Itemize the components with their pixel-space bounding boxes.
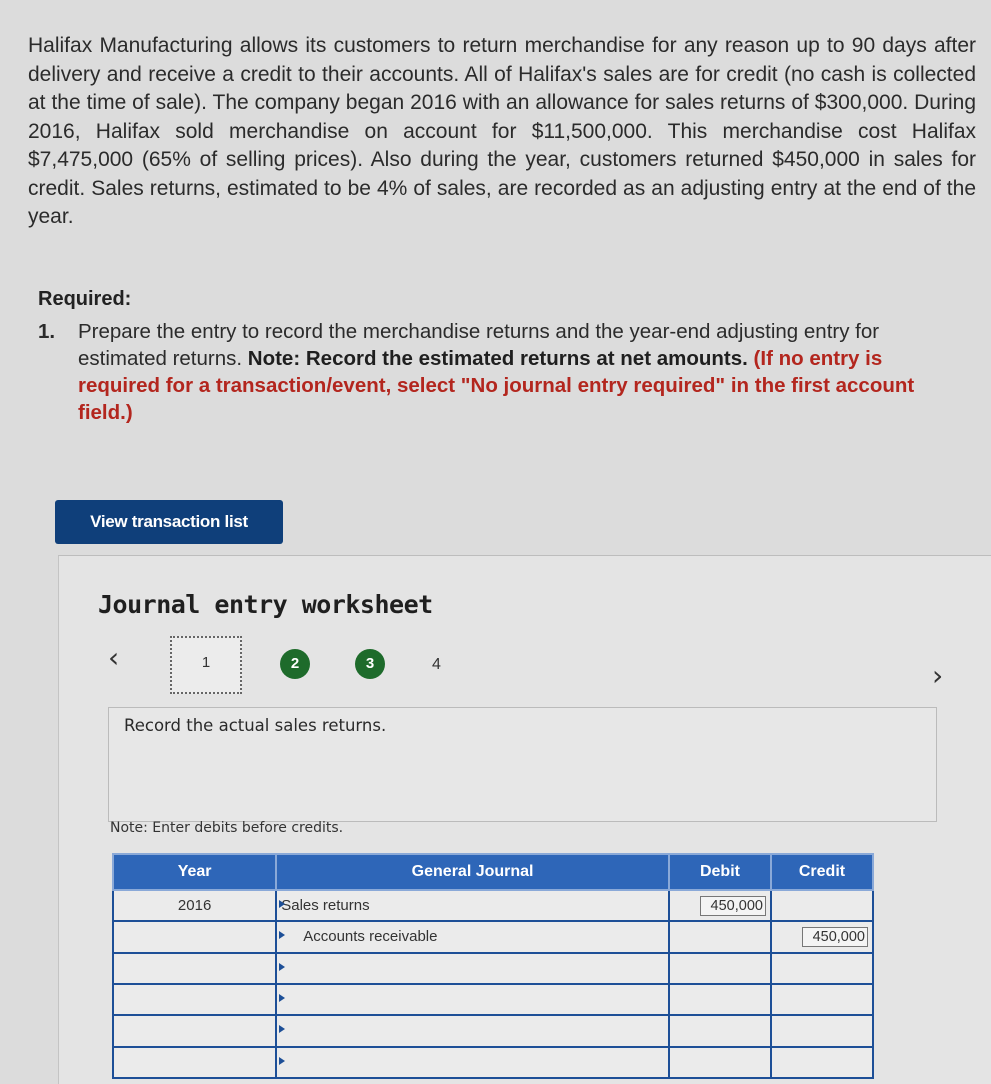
account-cell[interactable] <box>275 982 670 1017</box>
journal-header-row: Year General Journal Debit Credit <box>111 853 875 891</box>
account-value: Accounts receivable <box>303 928 438 946</box>
header-year: Year <box>111 853 278 891</box>
year-cell[interactable] <box>111 1045 278 1080</box>
general-journal-table: Year General Journal Debit Credit 2016 S… <box>111 853 875 1080</box>
debit-cell[interactable] <box>667 982 772 1017</box>
account-cell[interactable] <box>275 951 670 985</box>
step-1-tab[interactable]: 1 <box>170 636 242 694</box>
account-cell[interactable] <box>275 1014 670 1048</box>
credit-cell[interactable] <box>769 982 875 1017</box>
instruction-text: Record the actual sales returns. <box>124 716 387 735</box>
header-debit: Debit <box>667 853 772 891</box>
credit-cell[interactable] <box>769 888 875 923</box>
required-label: Required: <box>38 288 132 310</box>
problem-text: Halifax Manufacturing allows its custome… <box>28 34 976 228</box>
account-cell[interactable] <box>275 1045 670 1080</box>
requirement-item: 1. Prepare the entry to record the merch… <box>38 318 958 426</box>
step-3-tab[interactable]: 3 <box>355 649 385 679</box>
debit-cell[interactable] <box>667 1014 772 1048</box>
header-general-journal: General Journal <box>275 853 670 891</box>
view-transaction-list-button[interactable]: View transaction list <box>55 500 283 544</box>
table-row: 2016 Sales returns 450,000 <box>111 888 875 923</box>
debit-cell[interactable] <box>667 1045 772 1080</box>
requirement-number: 1. <box>38 320 56 343</box>
table-row: Accounts receivable 450,000 <box>111 920 875 954</box>
table-row <box>111 982 875 1017</box>
credit-cell[interactable] <box>769 951 875 985</box>
account-cell[interactable]: Sales returns <box>275 888 670 923</box>
table-row <box>111 1014 875 1048</box>
debit-input[interactable]: 450,000 <box>699 895 766 916</box>
debits-note: Note: Enter debits before credits. <box>110 820 344 836</box>
requirement-body: Prepare the entry to record the merchand… <box>78 318 958 426</box>
worksheet-title: Journal entry worksheet <box>98 590 433 619</box>
requirement-note: Note: Record the estimated returns at ne… <box>247 347 748 370</box>
chevron-left-icon[interactable]: ‹ <box>108 644 119 672</box>
year-cell[interactable] <box>111 1014 278 1048</box>
table-row <box>111 951 875 985</box>
year-cell[interactable] <box>111 920 278 954</box>
step-2-tab[interactable]: 2 <box>280 649 310 679</box>
header-credit: Credit <box>769 853 875 891</box>
year-cell[interactable] <box>111 951 278 985</box>
account-value: Sales returns <box>281 897 370 915</box>
year-cell[interactable] <box>111 982 278 1017</box>
credit-cell[interactable] <box>769 1014 875 1048</box>
debit-cell[interactable]: 450,000 <box>667 888 772 923</box>
debit-cell[interactable] <box>667 920 772 954</box>
year-cell[interactable]: 2016 <box>111 888 278 923</box>
step-4-tab[interactable]: 4 <box>432 656 441 674</box>
table-row <box>111 1045 875 1080</box>
credit-cell[interactable]: 450,000 <box>769 920 875 954</box>
account-cell[interactable]: Accounts receivable <box>275 920 670 954</box>
debit-cell[interactable] <box>667 951 772 985</box>
credit-cell[interactable] <box>769 1045 875 1080</box>
credit-input[interactable]: 450,000 <box>802 926 868 947</box>
chevron-right-icon[interactable]: › <box>932 662 943 690</box>
